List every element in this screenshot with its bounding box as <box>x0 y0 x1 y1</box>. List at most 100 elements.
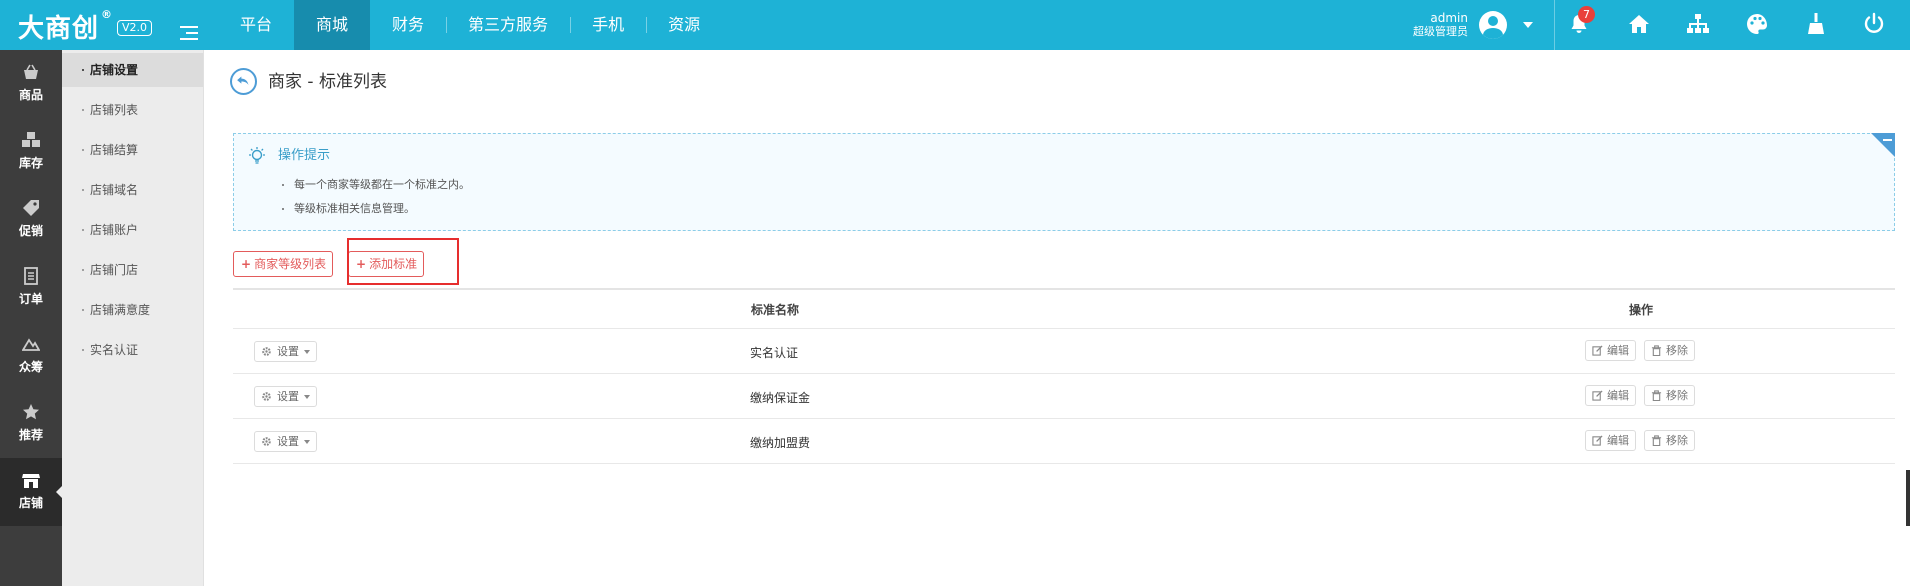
gear-icon <box>262 347 271 356</box>
tip-line: 每一个商家等级都在一个标准之内。 <box>278 177 470 193</box>
sidebar-label: 订单 <box>18 292 43 306</box>
caret-down-icon <box>304 350 310 354</box>
nav-finance[interactable]: 财务 <box>370 0 446 50</box>
table-header: 标准名称 操作 <box>233 288 1895 329</box>
back-button[interactable] <box>230 68 257 95</box>
nav-mobile[interactable]: 手机 <box>570 0 646 50</box>
edit-label: 编辑 <box>1607 389 1629 402</box>
caret-down-icon <box>304 395 310 399</box>
lightbulb-icon <box>249 147 265 164</box>
grade-list-button[interactable]: + 商家等级列表 <box>233 251 334 277</box>
trash-icon <box>1651 435 1662 446</box>
standard-name: 缴纳加盟费 <box>750 436 811 450</box>
submenu-item-store-settings[interactable]: 店铺设置 <box>62 53 203 87</box>
nav-mall[interactable]: 商城 <box>294 0 371 50</box>
sidebar-item-goods[interactable]: 商品 <box>0 50 62 118</box>
logo[interactable]: 大商创 ® <box>18 8 113 45</box>
star-icon <box>23 404 39 420</box>
edit-button[interactable]: 编辑 <box>1585 340 1636 361</box>
menu-toggle-icon[interactable] <box>180 26 198 40</box>
edit-icon <box>1592 345 1603 356</box>
grade-list-label: 商家等级列表 <box>254 257 327 271</box>
tip-line: 等级标准相关信息管理。 <box>278 201 415 217</box>
column-header-name: 标准名称 <box>751 303 800 317</box>
top-nav: 平台 商城 财务 第三方服务 手机 资源 <box>218 0 722 50</box>
trash-icon <box>1651 390 1662 401</box>
settings-dropdown-button[interactable]: 设置 <box>254 431 317 452</box>
collapse-tips-button[interactable] <box>1871 133 1895 157</box>
submenu: 店铺设置 店铺列表 店铺结算 店铺域名 店铺账户 店铺门店 店铺满意度 实名认证 <box>62 50 204 586</box>
tip-text: 等级标准相关信息管理。 <box>294 202 415 215</box>
standard-name: 实名认证 <box>750 346 799 360</box>
minus-icon <box>1883 139 1892 141</box>
basket-icon <box>24 64 38 79</box>
submenu-item-store-outlets[interactable]: 店铺门店 <box>62 253 203 287</box>
edit-icon <box>1592 390 1603 401</box>
chevron-down-icon[interactable] <box>1523 22 1533 28</box>
remove-button[interactable]: 移除 <box>1644 385 1695 406</box>
power-icon[interactable] <box>1862 12 1886 36</box>
tips-title: 操作提示 <box>278 148 331 163</box>
remove-label: 移除 <box>1666 389 1688 402</box>
sidebar-label: 促销 <box>18 224 43 238</box>
sidebar-item-promotion[interactable]: 促销 <box>0 186 62 254</box>
logo-text: 大商创 <box>18 14 100 44</box>
scrollbar[interactable] <box>1906 470 1910 526</box>
settings-dropdown-button[interactable]: 设置 <box>254 386 317 407</box>
gear-icon <box>262 392 271 401</box>
column-header-ops: 操作 <box>1629 303 1654 317</box>
sidebar-label: 店铺 <box>18 496 43 510</box>
crowdfunding-icon <box>22 338 40 351</box>
settings-label: 设置 <box>277 345 299 358</box>
broom-icon[interactable] <box>1804 12 1828 36</box>
home-icon[interactable] <box>1627 12 1651 36</box>
nav-platform[interactable]: 平台 <box>218 0 294 50</box>
sidebar-item-recommend[interactable]: 推荐 <box>0 390 62 458</box>
palette-icon[interactable] <box>1745 12 1769 36</box>
sidebar-item-orders[interactable]: 订单 <box>0 254 62 322</box>
sidebar-label: 众筹 <box>18 360 43 374</box>
plus-icon: + <box>241 257 252 271</box>
main-content: 商家 - 标准列表 操作提示 每一个商家等级都在一个标准之内。 等级标准相关信息… <box>204 50 1910 586</box>
notification-badge: 7 <box>1578 6 1595 23</box>
logo-registered-mark: ® <box>101 8 114 21</box>
edit-button[interactable]: 编辑 <box>1585 385 1636 406</box>
user-name[interactable]: admin <box>1410 11 1468 25</box>
sidebar-label: 商品 <box>18 88 43 102</box>
tag-icon <box>23 200 39 216</box>
submenu-item-store-satisfaction[interactable]: 店铺满意度 <box>62 293 203 327</box>
submenu-item-real-name-auth[interactable]: 实名认证 <box>62 333 203 367</box>
tips-panel: 操作提示 每一个商家等级都在一个标准之内。 等级标准相关信息管理。 <box>233 133 1895 231</box>
top-bar: 大商创 ® V2.0 平台 商城 财务 第三方服务 手机 资源 admin 超级管… <box>0 0 1910 50</box>
avatar[interactable] <box>1479 11 1507 39</box>
submenu-item-store-domain[interactable]: 店铺域名 <box>62 173 203 207</box>
settings-label: 设置 <box>277 390 299 403</box>
sidebar-item-crowdfunding[interactable]: 众筹 <box>0 322 62 390</box>
remove-button[interactable]: 移除 <box>1644 340 1695 361</box>
highlight-annotation <box>347 238 459 285</box>
sitemap-icon[interactable] <box>1686 12 1710 36</box>
caret-down-icon <box>304 440 310 444</box>
trash-icon <box>1651 345 1662 356</box>
gear-icon <box>262 437 271 446</box>
cubes-icon <box>22 132 40 147</box>
nav-third-party[interactable]: 第三方服务 <box>446 0 570 50</box>
edit-icon <box>1592 435 1603 446</box>
submenu-item-store-list[interactable]: 店铺列表 <box>62 93 203 127</box>
table-row: 设置 缴纳保证金 编辑 移除 <box>233 374 1895 419</box>
settings-dropdown-button[interactable]: 设置 <box>254 341 317 362</box>
sidebar-item-stock[interactable]: 库存 <box>0 118 62 186</box>
nav-resources[interactable]: 资源 <box>646 0 722 50</box>
edit-button[interactable]: 编辑 <box>1585 430 1636 451</box>
store-icon <box>22 474 40 488</box>
remove-button[interactable]: 移除 <box>1644 430 1695 451</box>
page-title: 商家 - 标准列表 <box>268 72 387 92</box>
standard-name: 缴纳保证金 <box>750 391 811 405</box>
sidebar-label: 库存 <box>18 156 43 170</box>
version-badge: V2.0 <box>117 20 153 36</box>
submenu-item-store-settlement[interactable]: 店铺结算 <box>62 133 203 167</box>
sidebar-label: 推荐 <box>18 428 43 442</box>
divider <box>1554 0 1555 50</box>
sidebar-item-store[interactable]: 店铺 <box>0 458 63 526</box>
submenu-item-store-account[interactable]: 店铺账户 <box>62 213 203 247</box>
